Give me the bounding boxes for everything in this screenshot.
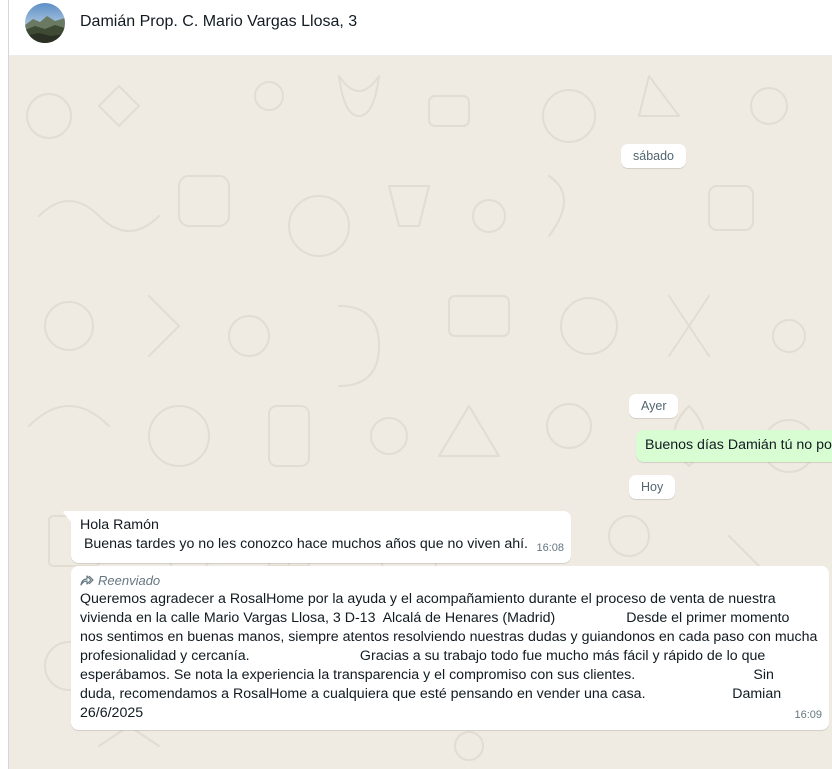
panel-divider — [8, 0, 9, 769]
message-line: Hola Ramón — [80, 517, 159, 533]
contact-name[interactable]: Damián Prop. C. Mario Vargas Llosa, 3 — [80, 13, 357, 31]
message-line: duda, recomendamos a RosalHome a cualqui… — [80, 686, 782, 702]
bubble-tail — [63, 511, 71, 522]
message-line: profesionalidad y cercanía. Gracias a su… — [80, 648, 766, 664]
message-line: nos sentimos en buenas manos, siempre at… — [80, 629, 818, 645]
chat-window: Damián Prop. C. Mario Vargas Llosa, 3 sá… — [0, 0, 832, 769]
message-list[interactable]: sábado Ayer Buenos días Damián tú no po … — [9, 56, 832, 769]
forwarded-indicator: Reenviado — [80, 571, 160, 590]
message-line: Queremos agradecer a RosalHome por la ay… — [80, 591, 776, 607]
forwarded-label: Reenviado — [98, 573, 161, 588]
message-line: Buenas tardes yo no les conozco hace muc… — [80, 536, 528, 552]
outgoing-message[interactable]: Buenos días Damián tú no po — [636, 430, 832, 462]
message-line: vivienda en la calle Mario Vargas Llosa,… — [80, 610, 790, 626]
message-line: 26/6/2025 — [80, 705, 144, 721]
date-separator-today: Hoy — [629, 475, 676, 499]
message-time: 16:08 — [536, 542, 564, 554]
forwarded-message[interactable]: Reenviado Queremos agradecer a RosalHome… — [71, 566, 829, 730]
date-separator-yesterday: Ayer — [629, 394, 679, 418]
contact-avatar[interactable] — [25, 3, 65, 43]
date-separator-saturday: sábado — [621, 144, 687, 168]
chat-header[interactable]: Damián Prop. C. Mario Vargas Llosa, 3 — [9, 0, 832, 56]
forward-icon — [80, 574, 94, 586]
message-text: Buenos días Damián tú no po — [645, 437, 832, 453]
message-line: esperábamos. Se nota la experiencia la t… — [80, 667, 774, 683]
incoming-message[interactable]: Hola Ramón Buenas tardes yo no les conoz… — [63, 511, 571, 563]
message-time: 16:09 — [794, 709, 822, 721]
